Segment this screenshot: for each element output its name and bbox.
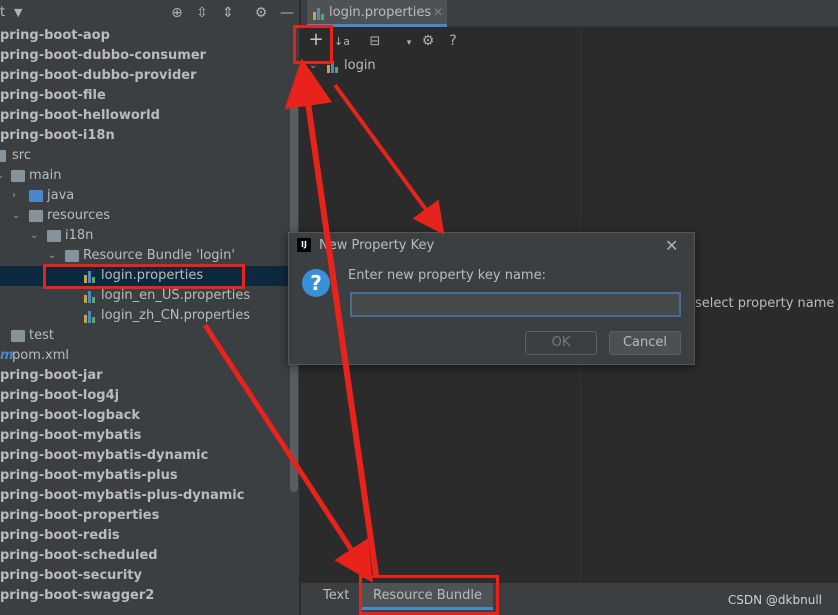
chevron-down-icon[interactable]: ⌄ xyxy=(48,246,58,266)
tree-item-src[interactable]: src xyxy=(0,146,290,166)
gear-icon[interactable]: ⚙ xyxy=(419,32,437,50)
tree-item-module[interactable]: pring-boot-helloworld xyxy=(0,106,290,126)
tree-item-module[interactable]: pring-boot-redis xyxy=(0,526,290,546)
question-icon: ? xyxy=(302,269,330,297)
source-folder-icon xyxy=(29,190,43,202)
annotation-arrow xyxy=(333,83,445,235)
resource-bundle-icon xyxy=(65,250,79,262)
target-icon[interactable]: ⊕ xyxy=(168,4,186,22)
expand-icon[interactable]: ⇳ xyxy=(193,4,211,22)
tree-item-module[interactable]: pring-boot-mybatis xyxy=(0,426,290,446)
collapse-icon[interactable]: ⇕ xyxy=(219,4,237,22)
folder-icon xyxy=(0,150,6,162)
properties-file-icon xyxy=(84,289,98,303)
bundle-tree-root[interactable]: ⌄ login xyxy=(301,56,581,76)
annotation-box-add-button xyxy=(293,25,333,64)
chevron-down-icon[interactable]: ⌄ xyxy=(0,166,6,186)
close-icon[interactable]: ✕ xyxy=(433,5,443,19)
annotation-box-login-properties xyxy=(43,264,245,289)
tab-label: login.properties xyxy=(329,5,432,20)
dialog-prompt: Enter new property key name: xyxy=(348,268,546,283)
close-icon[interactable]: ✕ xyxy=(665,236,678,255)
help-icon[interactable]: ? xyxy=(444,32,462,50)
properties-file-icon xyxy=(84,309,98,323)
chevron-right-icon[interactable]: › xyxy=(12,186,22,206)
tree-item-login-en-us[interactable]: login_en_US.properties xyxy=(0,286,290,306)
folder-icon xyxy=(11,170,25,182)
gear-icon[interactable]: ⚙ xyxy=(252,4,270,22)
tree-item-module[interactable]: pring-boot-scheduled xyxy=(0,546,290,566)
chevron-down-icon[interactable]: ⌄ xyxy=(30,226,40,246)
tree-item-i18n[interactable]: ⌄ i18n xyxy=(0,226,290,246)
tree-item-module[interactable]: pring-boot-aop xyxy=(0,26,290,46)
tree-item-module[interactable]: pring-boot-log4j xyxy=(0,386,290,406)
tree-item-module[interactable]: pring-boot-dubbo-provider xyxy=(0,66,290,86)
property-key-input[interactable] xyxy=(350,292,681,317)
ok-button[interactable]: OK xyxy=(525,331,597,355)
tree-item-module[interactable]: pring-boot-i18n xyxy=(0,126,290,146)
sort-icon[interactable]: ↓a xyxy=(333,32,351,50)
tree-item-main[interactable]: ⌄ main xyxy=(0,166,290,186)
tree-item-module[interactable]: pring-boot-properties xyxy=(0,506,290,526)
tree-item-module[interactable]: pring-boot-file xyxy=(0,86,290,106)
tree-item-module[interactable]: pring-boot-logback xyxy=(0,406,290,426)
editor-tab-bar: login.properties ✕ xyxy=(301,0,838,27)
tree-item-module[interactable]: pring-boot-mybatis-plus-dynamic xyxy=(0,486,290,506)
watermark: CSDN @dkbnull xyxy=(727,593,822,607)
tree-item-module[interactable]: pring-boot-mybatis-dynamic xyxy=(0,446,290,466)
project-title: t xyxy=(0,5,6,20)
resources-folder-icon xyxy=(29,210,43,222)
tree-item-java[interactable]: › java xyxy=(0,186,290,206)
chevron-down-icon[interactable]: ▾ xyxy=(400,34,418,52)
properties-file-icon xyxy=(313,6,327,20)
tree-item-resource-bundle[interactable]: ⌄ Resource Bundle 'login' xyxy=(0,246,290,266)
empty-state-message: select property name on xyxy=(695,296,838,311)
tree-item-module[interactable]: pring-boot-security xyxy=(0,566,290,586)
tree-item-module[interactable]: pring-boot-dubbo-consumer xyxy=(0,46,290,66)
tree-item-login-zh-cn[interactable]: login_zh_CN.properties xyxy=(0,306,290,326)
tree-item-resources[interactable]: ⌄ resources xyxy=(0,206,290,226)
folder-icon xyxy=(47,230,61,242)
group-icon[interactable]: ⊟ xyxy=(366,32,384,50)
annotation-box-resource-bundle-tab xyxy=(359,575,499,615)
bundle-toolbar: + ↓a ⊟ ▾ ⚙ ? xyxy=(301,28,591,54)
dialog-title: New Property Key xyxy=(319,238,435,253)
chevron-down-icon[interactable]: ⌄ xyxy=(12,206,22,226)
tab-login-properties[interactable]: login.properties ✕ xyxy=(307,0,447,27)
tree-item-pom[interactable]: m pom.xml xyxy=(0,346,290,366)
tree-item-module[interactable]: pring-boot-mybatis-plus xyxy=(0,466,290,486)
tree-item-module[interactable]: pring-boot-swagger2 xyxy=(0,586,290,606)
project-panel: t ▼ ⊕ ⇳ ⇕ ⚙ — pring-boot-aop pring-boot-… xyxy=(0,0,300,615)
tab-text[interactable]: Text xyxy=(323,588,349,603)
project-toolbar: t ▼ ⊕ ⇳ ⇕ ⚙ — xyxy=(0,0,299,26)
intellij-logo-icon: IJ xyxy=(297,238,311,252)
tree-item-test[interactable]: test xyxy=(0,326,290,346)
minimize-icon[interactable]: — xyxy=(278,4,296,22)
folder-icon xyxy=(11,330,25,342)
chevron-down-icon[interactable]: ▼ xyxy=(14,6,28,20)
new-property-key-dialog: IJ New Property Key ✕ ? Enter new proper… xyxy=(288,232,695,365)
tree-item-module[interactable]: pring-boot-jar xyxy=(0,366,290,386)
cancel-button[interactable]: Cancel xyxy=(609,331,681,355)
